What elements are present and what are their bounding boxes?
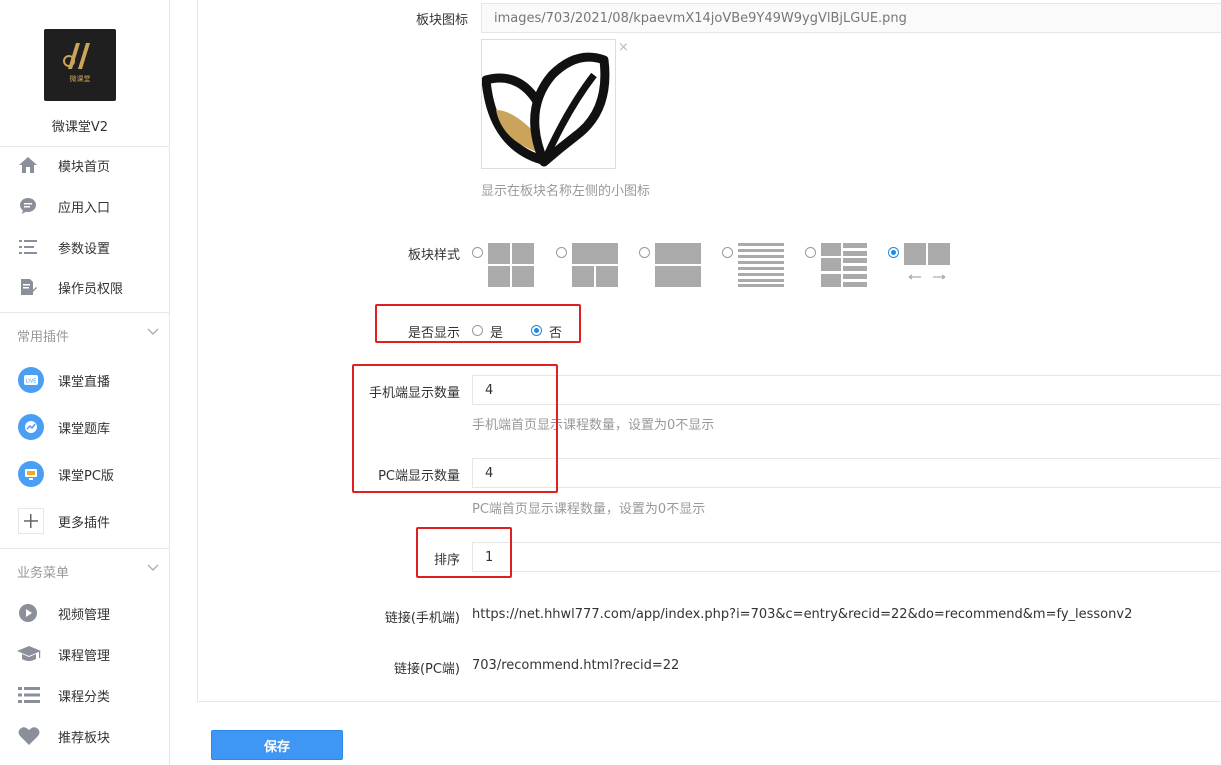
home-icon — [18, 155, 38, 175]
mobile-count-help: 手机端首页显示课程数量，设置为0不显示 — [472, 418, 715, 433]
icon-preview — [481, 39, 616, 169]
style-thumb-list-icon — [821, 243, 867, 287]
style-list-rows-icon — [738, 243, 784, 287]
show-yes-label[interactable]: 是 — [490, 322, 503, 341]
logo-mark-icon — [63, 43, 90, 69]
sidebar-item-recommend[interactable]: 推荐板块 — [0, 718, 170, 754]
chevron-down-icon[interactable] — [147, 562, 159, 574]
icon-label: 板块图标 — [415, 13, 468, 28]
chat-icon — [18, 196, 38, 216]
style-two-rows-icon — [655, 243, 701, 287]
show-no-label[interactable]: 否 — [549, 322, 562, 341]
plus-icon — [17, 507, 45, 535]
divider — [0, 312, 170, 313]
link-pc-value[interactable]: 703/recommend.html?recid=22 — [472, 658, 679, 673]
chevron-down-icon[interactable] — [147, 326, 159, 338]
mobile-count-input[interactable]: 4 — [472, 375, 1221, 405]
save-button[interactable]: 保存 — [211, 730, 343, 760]
sidebar-item-categories[interactable]: 课程分类 — [0, 677, 170, 713]
sidebar-item-label: 模块首页 — [58, 159, 111, 175]
leaf-icon — [481, 52, 610, 167]
icon-help-text: 显示在板块名称左侧的小图标 — [481, 184, 651, 199]
list-settings-icon — [18, 237, 38, 257]
list-icon — [17, 685, 41, 705]
sort-label: 排序 — [433, 553, 460, 568]
sidebar-item-permissions[interactable]: 操作员权限 — [0, 269, 170, 305]
edit-doc-icon — [18, 277, 38, 297]
style-grid-4-icon — [488, 243, 534, 287]
sidebar-item-courses[interactable]: 课程管理 — [0, 636, 170, 672]
sidebar-item-settings[interactable]: 参数设置 — [0, 229, 170, 265]
sidebar-item-label: 推荐板块 — [58, 730, 111, 746]
play-icon — [18, 603, 38, 623]
graduation-cap-icon — [16, 644, 42, 664]
show-yes-radio[interactable] — [472, 325, 483, 336]
sidebar-item-label: 操作员权限 — [58, 281, 124, 297]
group-title-plugins: 常用插件 — [17, 330, 70, 345]
style-one-over-two-icon — [572, 243, 618, 287]
logo-text: 微课堂 — [69, 75, 91, 83]
form-panel — [197, 0, 1221, 702]
sidebar-item-label: 课程分类 — [58, 689, 111, 705]
sidebar: 微课堂 微课堂V2 模块首页 应用入口 参数设置 操作员权限 常用插件 LIVE… — [0, 0, 170, 765]
pc-count-input[interactable]: 4 — [472, 458, 1221, 488]
style-radio-5[interactable] — [805, 247, 816, 258]
sidebar-item-more-plugins[interactable]: 更多插件 — [0, 503, 170, 539]
mobile-count-label: 手机端显示数量 — [368, 386, 460, 401]
sidebar-item-label: 应用入口 — [58, 200, 111, 216]
app-name: 微课堂V2 — [51, 120, 109, 135]
live-icon: LIVE — [17, 366, 45, 394]
sidebar-item-pc[interactable]: 课堂PC版 — [0, 456, 170, 492]
heart-icon — [17, 726, 41, 746]
style-radio-2[interactable] — [556, 247, 567, 258]
sidebar-item-live[interactable]: LIVE 课堂直播 — [0, 362, 170, 398]
sidebar-item-label: 课程管理 — [58, 648, 111, 664]
pc-count-label: PC端显示数量 — [378, 469, 460, 484]
sidebar-item-label: 课堂PC版 — [58, 468, 114, 484]
sidebar-item-label: 参数设置 — [58, 241, 111, 257]
link-mobile-label: 链接(手机端) — [384, 611, 460, 626]
pc-count-help: PC端首页显示课程数量，设置为0不显示 — [472, 502, 706, 517]
style-radio-3[interactable] — [639, 247, 650, 258]
sidebar-item-label: 视频管理 — [58, 607, 111, 623]
sidebar-item-label: 课堂题库 — [58, 421, 111, 437]
style-slider-icon — [904, 243, 950, 280]
pc-icon — [17, 460, 45, 488]
sidebar-item-question-bank[interactable]: 课堂题库 — [0, 409, 170, 445]
style-label: 板块样式 — [407, 248, 460, 263]
sidebar-item-home[interactable]: 模块首页 — [0, 147, 170, 183]
sidebar-item-video[interactable]: 视频管理 — [0, 595, 170, 631]
style-radio-4[interactable] — [722, 247, 733, 258]
sidebar-item-label: 更多插件 — [58, 515, 111, 531]
svg-text:LIVE: LIVE — [26, 379, 37, 385]
style-radio-6[interactable] — [888, 247, 899, 258]
sort-input[interactable]: 1 — [472, 542, 1221, 572]
app-logo: 微课堂 — [44, 29, 116, 101]
link-mobile-value[interactable]: https://net.hhwl777.com/app/index.php?i=… — [472, 607, 1220, 622]
show-label: 是否显示 — [407, 326, 460, 341]
link-pc-label: 链接(PC端) — [393, 662, 460, 677]
question-bank-icon — [17, 413, 45, 441]
icon-path-input[interactable]: images/703/2021/08/kpaevmX14joVBe9Y49W9y… — [481, 3, 1221, 33]
sidebar-item-entry[interactable]: 应用入口 — [0, 188, 170, 224]
sidebar-item-label: 课堂直播 — [58, 374, 111, 390]
group-title-business: 业务菜单 — [17, 566, 70, 581]
divider — [0, 548, 170, 549]
remove-icon-button[interactable]: × — [618, 40, 629, 55]
style-radio-1[interactable] — [472, 247, 483, 258]
show-no-radio[interactable] — [531, 325, 542, 336]
